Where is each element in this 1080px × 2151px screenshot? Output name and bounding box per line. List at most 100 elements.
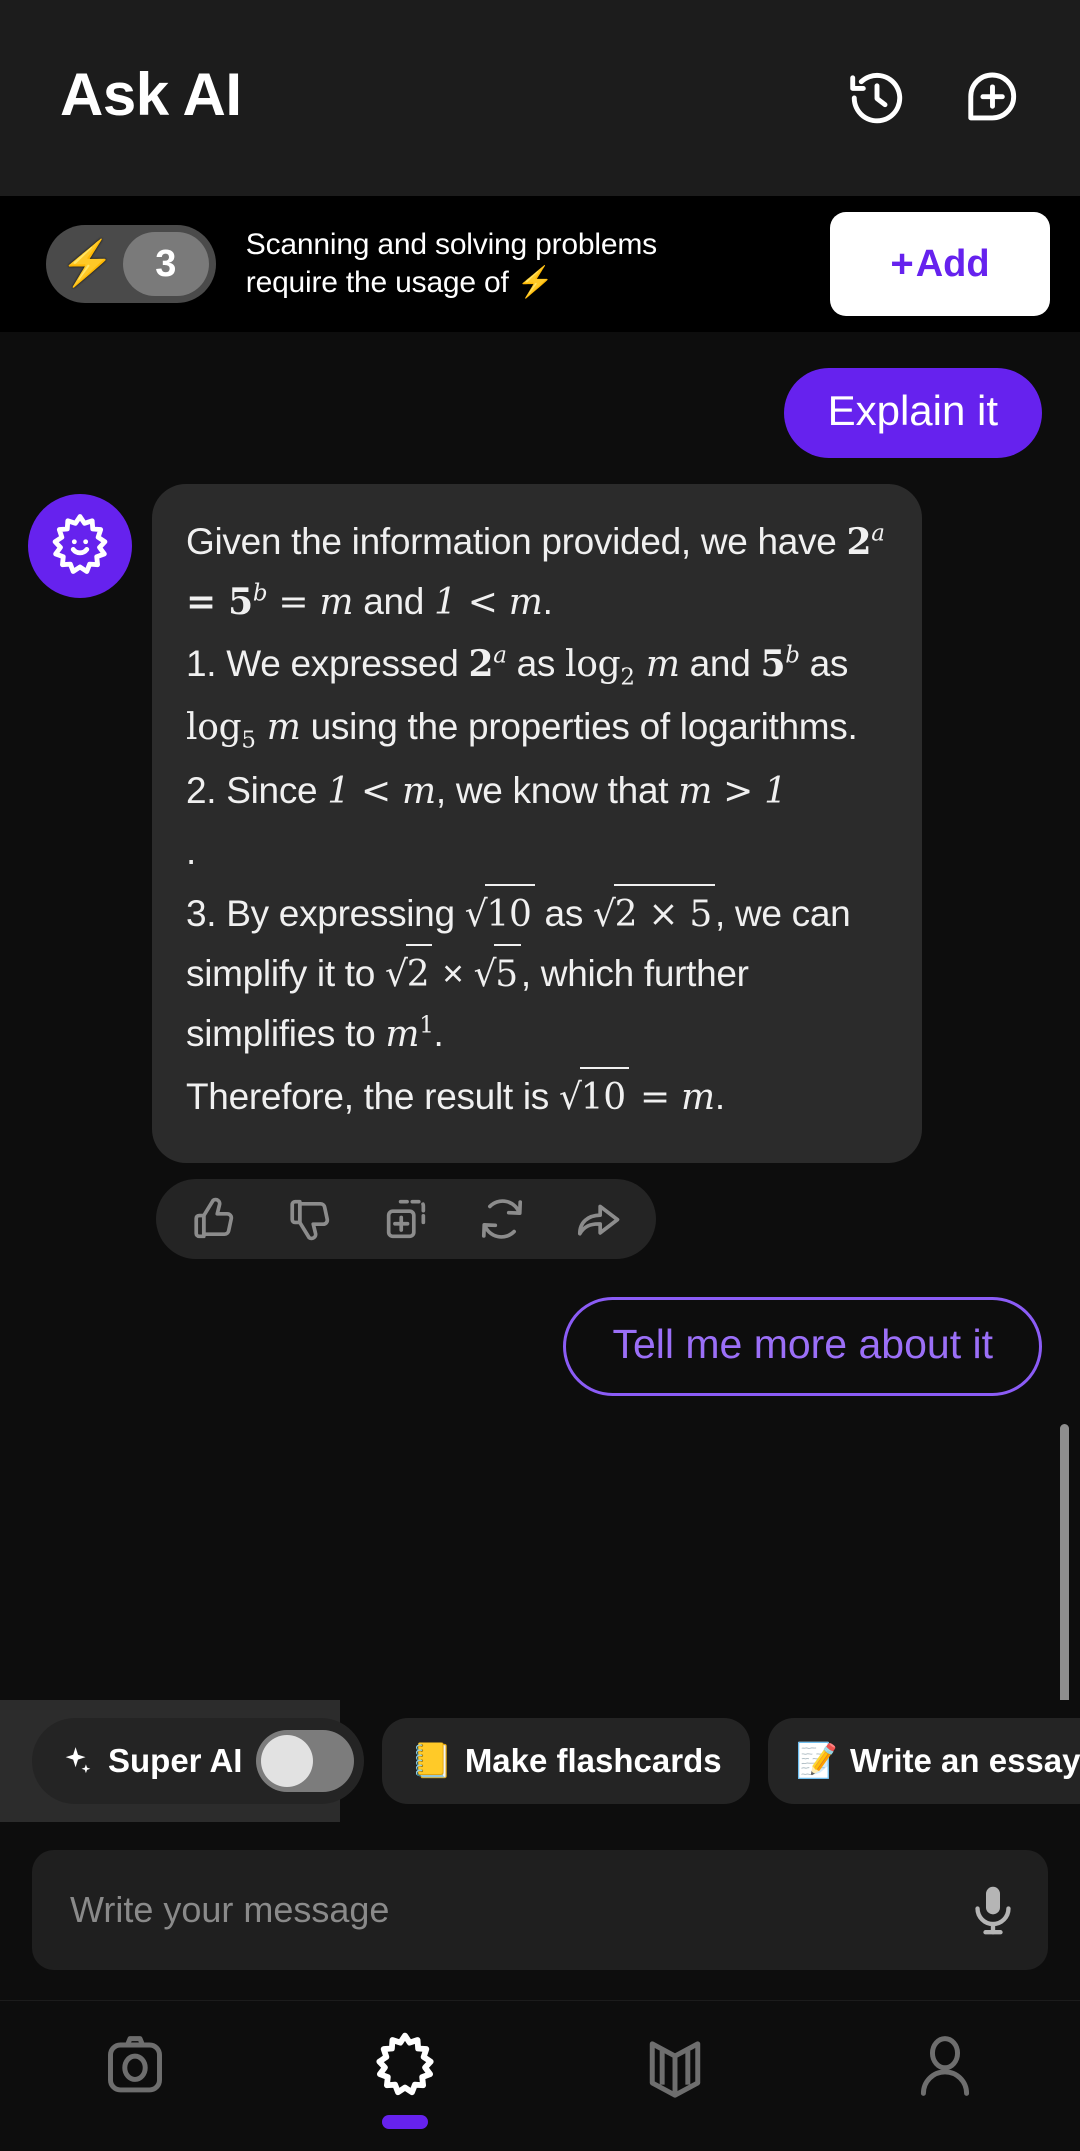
step1-m4: log (186, 706, 242, 748)
sqrt-10-b: √10 (559, 1066, 629, 1127)
composer (0, 1822, 1080, 2000)
step2-number: 2. (186, 770, 227, 812)
sparkle-icon (65, 1747, 91, 1774)
sqrt-2x5-val: 2 × 5 (613, 883, 716, 944)
nav-item-ask-ai[interactable] (270, 2001, 540, 2129)
history-icon[interactable] (846, 67, 908, 129)
ai-message-bubble: Given the information provided, we have … (152, 484, 922, 1163)
intro-text-2: and (353, 580, 435, 622)
quick-action-label: Write an essay (849, 1742, 1080, 1779)
step3-d: × (432, 952, 474, 994)
intro-math-2: = 5 (186, 580, 253, 623)
quick-actions-scroller[interactable]: Super AI 📒 Make flashcards 📝 Write an es… (0, 1700, 1080, 1822)
app-screen: Ask AI ⚡ 3 Scanning and solving problems… (0, 0, 1080, 2151)
sqrt-10-a-val: 10 (485, 883, 535, 944)
concl-a: Therefore, the result is (186, 1075, 559, 1117)
step1-s1: a (493, 642, 507, 669)
super-ai-label: Super AI (108, 1742, 243, 1779)
nav-item-library[interactable] (540, 2001, 810, 2129)
credit-count: 3 (122, 232, 209, 296)
thumbs-down-icon[interactable] (284, 1193, 336, 1245)
super-ai-switch[interactable] (256, 1730, 355, 1792)
step1-m2b: m (634, 644, 680, 686)
suggestion-chip[interactable]: Tell me more about it (563, 1296, 1042, 1396)
credits-bar: ⚡ 3 Scanning and solving problems requir… (0, 196, 1080, 332)
step1-a: We expressed (226, 643, 469, 685)
user-message-row: Explain it (0, 368, 1080, 458)
ai-step-3: 3. By expressing √10 as √2 × 5, we can s… (186, 883, 888, 1065)
ai-step-2: 2. Since 1 < m, we know that m > 1. (186, 761, 888, 881)
sqrt-5: √5 (474, 943, 521, 1004)
message-input[interactable] (70, 1889, 964, 1931)
step1-sub2: 2 (620, 664, 635, 691)
intro-sup-1: a (871, 520, 885, 547)
step1-c: and (679, 643, 761, 685)
quick-action-label: Make flashcards (464, 1742, 722, 1779)
step3-f: . (433, 1013, 444, 1055)
step3-s1: 1 (419, 1012, 434, 1039)
step1-m4b: m (255, 706, 301, 748)
sqrt-5-val: 5 (494, 943, 521, 1004)
quick-actions-row: Super AI 📒 Make flashcards 📝 Write an es… (0, 1700, 1080, 1822)
step1-sub4: 5 (241, 727, 256, 754)
intro-text-3: . (542, 580, 553, 622)
thumbs-up-icon[interactable] (188, 1193, 240, 1245)
concl-c: . (714, 1075, 725, 1117)
sqrt-2-val: 2 (405, 943, 433, 1004)
step2-b: , we know that (435, 770, 679, 812)
step1-number: 1. (186, 643, 227, 685)
step2-c: . (186, 830, 196, 872)
memo-icon: 📝 (795, 1742, 838, 1780)
share-icon[interactable] (572, 1193, 624, 1245)
step3-m1: m (385, 1014, 420, 1056)
step2-m1: 1 < m (327, 771, 436, 813)
sqrt-10-a: √10 (465, 883, 535, 944)
plus-icon: + (890, 241, 914, 286)
step1-s3: b (785, 642, 800, 669)
microphone-icon[interactable] (964, 1881, 1022, 1939)
quick-action-write-essay[interactable]: 📝 Write an essay (767, 1718, 1080, 1804)
chat-area: Explain it Given the information provide… (0, 332, 1080, 1700)
ai-message-row: Given the information provided, we have … (0, 458, 1080, 1163)
suggestion-row: Tell me more about it (0, 1259, 1080, 1396)
message-actions-bar (156, 1178, 656, 1259)
credits-message-line2: require the usage of ⚡ (245, 266, 554, 299)
sqrt-2: √2 (385, 943, 433, 1004)
sqrt-10-b-val: 10 (579, 1066, 629, 1127)
step3-a: By expressing (226, 892, 465, 934)
lightning-bolt-icon: ⚡ (60, 239, 115, 288)
page-title: Ask AI (60, 61, 242, 128)
credits-message: Scanning and solving problems require th… (240, 226, 806, 302)
nav-item-scan[interactable] (0, 2001, 270, 2129)
step2-m2: m > 1 (678, 771, 787, 813)
step1-m2: log (565, 644, 621, 686)
concl-b: = m (628, 1076, 715, 1118)
step3-number: 3. (186, 892, 227, 934)
ai-starburst-icon (376, 2032, 434, 2096)
step1-e: using the properties of logarithms. (300, 705, 858, 747)
intro-math-1: 2 (846, 521, 872, 563)
add-credits-button[interactable]: + Add (830, 212, 1050, 316)
ai-paragraph-intro: Given the information provided, we have … (186, 512, 888, 632)
nav-active-indicator (382, 2115, 428, 2129)
credit-badge[interactable]: ⚡ 3 (46, 225, 216, 303)
new-chat-icon[interactable] (962, 67, 1024, 129)
add-credits-label: Add (915, 242, 990, 285)
bottom-nav (0, 2000, 1080, 2151)
intro-math-3: = m (267, 581, 354, 623)
profile-icon (920, 2036, 970, 2096)
super-ai-toggle-chip[interactable]: Super AI (32, 1718, 365, 1804)
super-ai-switch-knob (261, 1735, 314, 1787)
nav-item-profile[interactable] (810, 2001, 1080, 2129)
camera-icon (108, 2036, 162, 2093)
header-actions (846, 67, 1024, 129)
step1-d: as (799, 643, 849, 685)
regenerate-icon[interactable] (476, 1193, 528, 1245)
chat-scrollbar[interactable] (1060, 1424, 1069, 1700)
composer-bar (32, 1850, 1048, 1970)
app-header: Ask AI (0, 0, 1080, 196)
intro-sup-2: b (252, 580, 268, 607)
add-to-collection-icon[interactable] (380, 1193, 432, 1245)
notebook-icon: 📒 (410, 1742, 453, 1780)
quick-action-make-flashcards[interactable]: 📒 Make flashcards (382, 1718, 750, 1804)
